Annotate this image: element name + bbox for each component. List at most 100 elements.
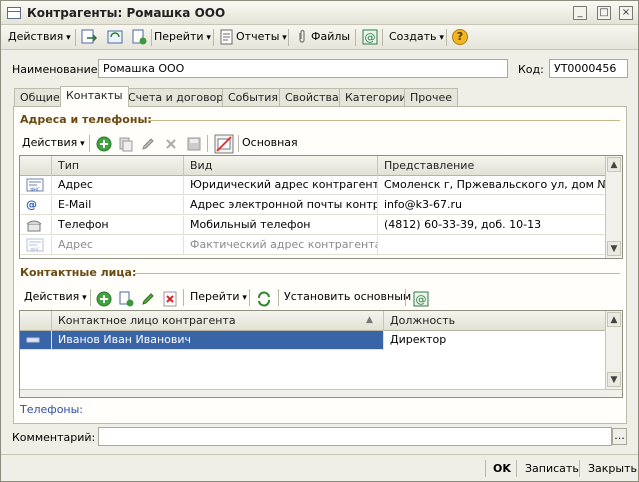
delete-contact-icon[interactable] <box>162 291 178 307</box>
header-type[interactable]: Тип <box>52 156 184 176</box>
email-contact-icon[interactable]: @ <box>413 291 429 307</box>
svg-text:ФНС: ФНС <box>30 187 39 192</box>
svg-text:@: @ <box>365 31 376 44</box>
main-toolbar: Действия Перейти Отчеты Файлы @ Создать … <box>1 25 638 50</box>
tab-contacts[interactable]: Контакты <box>60 86 129 107</box>
toolbar-separator <box>579 460 580 477</box>
addresses-actions-button[interactable]: Действия <box>22 134 85 153</box>
contact-name: Иванов Иван Иванович <box>52 331 384 350</box>
tab-general[interactable]: Общие <box>14 88 66 106</box>
comment-input[interactable] <box>98 427 612 446</box>
row-value: Смоленск г, Пржевальского ул, дом № 2 <box>378 176 606 195</box>
row-type: E-Mail <box>52 196 184 215</box>
header-position[interactable]: Должность <box>384 311 606 331</box>
scroll-up-icon[interactable]: ▲ <box>607 312 621 327</box>
edit-contact-icon[interactable] <box>140 291 156 307</box>
addresses-scrollbar[interactable]: ▲ ▼ <box>605 156 622 258</box>
row-type: Адрес <box>52 236 184 255</box>
set-main-address-button[interactable]: Основная <box>242 134 298 153</box>
name-label: Наименование: <box>12 63 102 76</box>
scroll-down-icon[interactable]: ▼ <box>607 372 621 387</box>
toolbar-separator <box>249 289 250 306</box>
copy-icon[interactable] <box>118 136 134 152</box>
contact-position: Директор <box>384 331 606 350</box>
table-row[interactable]: ФНС Адрес Фактический адрес контрагента <box>20 236 606 255</box>
addresses-section-title: Адреса и телефоны: <box>20 113 152 126</box>
refresh-contacts-icon[interactable] <box>256 291 272 307</box>
header-contact-person[interactable]: Контактное лицо контрагента <box>52 311 384 331</box>
section-divider <box>148 120 620 121</box>
table-row[interactable]: Иванов Иван Иванович Директор <box>20 331 606 350</box>
toolbar-separator <box>485 460 486 477</box>
table-row[interactable]: ФНС Адрес Юридический адрес контрагента … <box>20 176 606 195</box>
tab-events[interactable]: События <box>222 88 285 106</box>
delete-icon[interactable] <box>163 136 179 152</box>
create-menu-button[interactable]: Создать <box>386 28 447 47</box>
ok-button[interactable]: OK <box>493 460 511 478</box>
addresses-table-header: Тип Вид Представление <box>20 156 606 176</box>
minimize-button[interactable]: _ <box>573 6 587 20</box>
refresh-icon[interactable] <box>107 29 123 45</box>
name-input[interactable]: Ромашка ООО <box>98 59 508 78</box>
comment-ellipsis-button[interactable]: ... <box>612 428 627 445</box>
contacts-section-title: Контактные лица: <box>20 266 137 279</box>
save-close-icon[interactable] <box>81 29 97 45</box>
window-icon <box>7 7 21 19</box>
toolbar-separator <box>183 289 184 306</box>
set-main-contact-button[interactable]: Установить основным <box>284 288 411 307</box>
at-sign-icon: @ <box>20 196 52 215</box>
close-button[interactable]: Закрыть <box>588 460 637 478</box>
address-card-icon: ФНС <box>20 236 52 255</box>
row-kind: Адрес электронной почты контра... <box>184 196 378 215</box>
header-representation[interactable]: Представление <box>378 156 606 176</box>
reports-menu-button[interactable]: Отчеты <box>233 28 290 47</box>
copy-contact-icon[interactable] <box>118 291 134 307</box>
phones-link[interactable]: Телефоны: <box>20 403 83 416</box>
save-button[interactable]: Записать <box>525 460 579 478</box>
toolbar-separator <box>89 135 90 152</box>
toolbar-separator <box>355 29 356 46</box>
row-value: info@k3-67.ru <box>378 196 606 215</box>
goto-menu-button[interactable]: Перейти <box>151 28 214 47</box>
form-window: Контрагенты: Ромашка ООО _ □ × Действия … <box>0 0 639 482</box>
tab-categories[interactable]: Категории <box>339 88 413 106</box>
new-copy-icon[interactable] <box>131 29 147 45</box>
tab-other[interactable]: Прочее <box>404 88 459 106</box>
contacts-goto-button[interactable]: Перейти <box>190 288 247 307</box>
contact-row-icon <box>20 331 52 350</box>
title-bar[interactable]: Контрагенты: Ромашка ООО _ □ × <box>1 1 638 25</box>
scroll-up-icon[interactable]: ▲ <box>607 157 621 172</box>
row-value: (4812) 60-33-39, доб. 10-13 <box>378 216 606 235</box>
contacts-horizontal-scrollbar[interactable] <box>20 389 622 397</box>
files-button[interactable]: Файлы <box>308 28 353 47</box>
header-icon-column <box>20 156 52 176</box>
toolbar-separator <box>207 135 208 152</box>
contacts-actions-button[interactable]: Действия <box>24 288 87 307</box>
help-icon[interactable]: ? <box>452 29 468 45</box>
add-contact-icon[interactable] <box>96 291 112 307</box>
email-icon[interactable]: @ <box>362 29 378 45</box>
edit-pencil-icon[interactable] <box>140 136 156 152</box>
tab-accounts[interactable]: Счета и договоры <box>122 88 238 106</box>
phone-icon <box>20 216 52 235</box>
header-kind[interactable]: Вид <box>184 156 378 176</box>
toolbar-separator <box>238 135 239 152</box>
close-window-button[interactable]: × <box>619 6 633 20</box>
row-type: Телефон <box>52 216 184 235</box>
save-icon[interactable] <box>186 136 202 152</box>
contacts-scrollbar[interactable]: ▲ ▼ <box>605 311 622 389</box>
comment-label: Комментарий: <box>12 431 96 444</box>
add-icon[interactable] <box>96 136 112 152</box>
maximize-button[interactable]: □ <box>597 6 611 20</box>
tab-properties[interactable]: Свойства <box>279 88 345 106</box>
toolbar-separator <box>516 460 517 477</box>
sort-icon[interactable]: ▲ <box>366 315 373 325</box>
section-divider <box>135 273 620 274</box>
no-main-icon[interactable] <box>214 134 234 154</box>
code-input[interactable]: УТ0000456 <box>549 59 628 78</box>
actions-menu-button[interactable]: Действия <box>5 28 74 47</box>
svg-text:@: @ <box>416 293 427 306</box>
table-row[interactable]: @ E-Mail Адрес электронной почты контра.… <box>20 196 606 215</box>
table-row[interactable]: Телефон Мобильный телефон (4812) 60-33-3… <box>20 216 606 235</box>
scroll-down-icon[interactable]: ▼ <box>607 241 621 256</box>
